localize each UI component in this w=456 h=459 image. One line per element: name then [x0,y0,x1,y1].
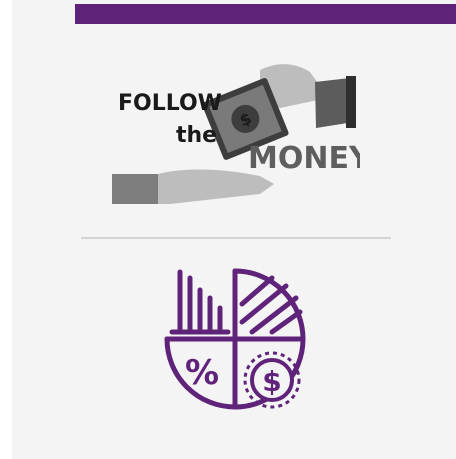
percent-icon: % [185,353,219,393]
header-accent-bar [75,4,456,24]
dollar-coin-icon: $ [262,365,281,398]
follow-the-money-logo: $ FOLLOW the MONEY [112,64,360,204]
logo-text-money: MONEY [248,141,360,176]
logo-text-follow: FOLLOW [118,91,222,116]
logo-text-the: the [176,123,217,148]
pie-chart-finance-icon: % $ [164,268,306,410]
section-divider [81,237,391,239]
